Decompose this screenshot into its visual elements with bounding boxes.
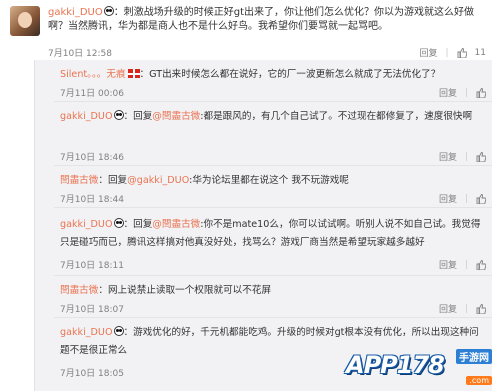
panda-emoji-icon (113, 218, 124, 228)
reply-text: ：GT出来时候怎么都在说好，它的厂一波更新怎么就成了无法优化了？ (139, 69, 441, 80)
panda-emoji-icon (113, 110, 124, 120)
reply-mention[interactable]: @閆盡古微 (152, 219, 200, 230)
divider: | (445, 47, 449, 58)
reply-username[interactable]: 閆盡古微 (60, 285, 98, 296)
reply-actions: 回复 | (439, 86, 486, 99)
reply-button[interactable]: 回复 (439, 302, 457, 315)
reply-button[interactable]: 回复 (439, 150, 457, 163)
divider: | (464, 151, 468, 162)
watermark-sub: 手游网 (456, 349, 492, 364)
reply-timestamp: 7月10日 18:44 (60, 195, 124, 205)
reply-prefix: ：回复 (123, 111, 153, 122)
user-avatar[interactable] (10, 6, 40, 36)
divider: | (464, 303, 468, 314)
thumb-up-icon[interactable] (476, 303, 486, 314)
thumb-up-icon[interactable] (457, 47, 467, 58)
reply-actions: 回复 | (439, 258, 486, 271)
reply-prefix: ：回复 (123, 219, 153, 230)
reply-username[interactable]: Silent。。。无痕 (60, 69, 126, 80)
like-count: 11 (474, 47, 486, 58)
reply-timestamp: 7月10日 18:46 (60, 153, 124, 163)
reply-item: 閆盡古微：回复@gakki_DUO:华为论坛里都在说这个 我不玩游戏呢 7月10… (54, 168, 492, 208)
thumb-up-icon[interactable] (476, 193, 486, 204)
app178-watermark: APP178 手游网 .com (346, 347, 494, 387)
reply-item: 閆盡古微：网上说禁止读取一个权限就可以不花屏 7月10日 18:07 回复 | (54, 278, 492, 318)
watermark-url: .com (466, 376, 492, 385)
comment-username[interactable]: gakki_DUO (48, 7, 103, 18)
reply-body: 閆盡古微：网上说禁止读取一个权限就可以不花屏 (60, 282, 484, 300)
reply-timestamp: 7月10日 18:11 (60, 261, 124, 271)
thumb-up-icon[interactable] (476, 87, 486, 98)
reply-username[interactable]: 閆盡古微 (60, 175, 98, 186)
panda-emoji-icon (113, 326, 124, 336)
top-comment: gakki_DUO ：刺激战场升级的时候正好gt出来了，你让他们怎么优化？你以为游… (0, 0, 500, 62)
reply-button[interactable]: 回复 (439, 192, 457, 205)
reply-text: ：网上说禁止读取一个权限就可以不花屏 (98, 285, 272, 296)
divider: | (464, 193, 468, 204)
reply-text: :华为论坛里都在说这个 我不玩游戏呢 (189, 175, 349, 186)
comment-actions: 回复 | 11 (419, 46, 486, 60)
reply-username[interactable]: gakki_DUO (60, 111, 113, 122)
reply-body: 閆盡古微：回复@gakki_DUO:华为论坛里都在说这个 我不玩游戏呢 (60, 172, 484, 190)
reply-item: gakki_DUO ：回复@閆盡古微:你不是mate10么，你可以试试啊。听别人说… (54, 212, 492, 276)
reply-username[interactable]: gakki_DUO (60, 219, 113, 230)
thumb-up-icon[interactable] (476, 259, 486, 270)
reply-mention[interactable]: @gakki_DUO (127, 175, 189, 186)
reply-button[interactable]: 回复 (439, 258, 457, 271)
comment-timestamp: 7月10日 12:58 (48, 49, 112, 59)
reply-prefix: ：回复 (98, 175, 128, 186)
reply-mention[interactable]: @閆盡古微 (152, 111, 200, 122)
reply-actions: 回复 | (439, 192, 486, 205)
panda-emoji-icon (103, 6, 114, 16)
reply-item: gakki_DUO ：回复@閆盡古微:都是跟风的，有几个自己试了。不过现在都修复了… (54, 104, 492, 166)
reply-timestamp: 7月11日 00:06 (60, 89, 124, 99)
top-comment-body: gakki_DUO ：刺激战场升级的时候正好gt出来了，你让他们怎么优化？你以为游… (48, 6, 492, 34)
reply-username[interactable]: gakki_DUO (60, 327, 113, 338)
reply-text: :都是跟风的，有几个自己试了。不过现在都修复了，速度很快啊 (200, 111, 473, 122)
reply-timestamp: 7月10日 18:05 (60, 369, 124, 379)
divider: | (464, 87, 468, 98)
divider: | (464, 259, 468, 270)
reply-button[interactable]: 回复 (419, 46, 437, 59)
england-flag-icon (127, 69, 140, 78)
reply-button[interactable]: 回复 (439, 86, 457, 99)
reply-actions: 回复 | (439, 302, 486, 315)
reply-timestamp: 7月10日 18:07 (60, 305, 124, 315)
thumb-up-icon[interactable] (476, 151, 486, 162)
reply-item: Silent。。。无痕 ：GT出来时候怎么都在说好，它的厂一波更新怎么就成了无法优… (54, 62, 492, 102)
reply-actions: 回复 | (439, 150, 486, 163)
watermark-brand: APP178 (346, 351, 445, 379)
reply-body: gakki_DUO ：回复@閆盡古微:都是跟风的，有几个自己试了。不过现在都修复了… (60, 108, 484, 126)
reply-body: gakki_DUO ：回复@閆盡古微:你不是mate10么，你可以试试啊。听别人说… (60, 216, 484, 252)
reply-body: Silent。。。无痕 ：GT出来时候怎么都在说好，它的厂一波更新怎么就成了无法优… (60, 66, 484, 84)
